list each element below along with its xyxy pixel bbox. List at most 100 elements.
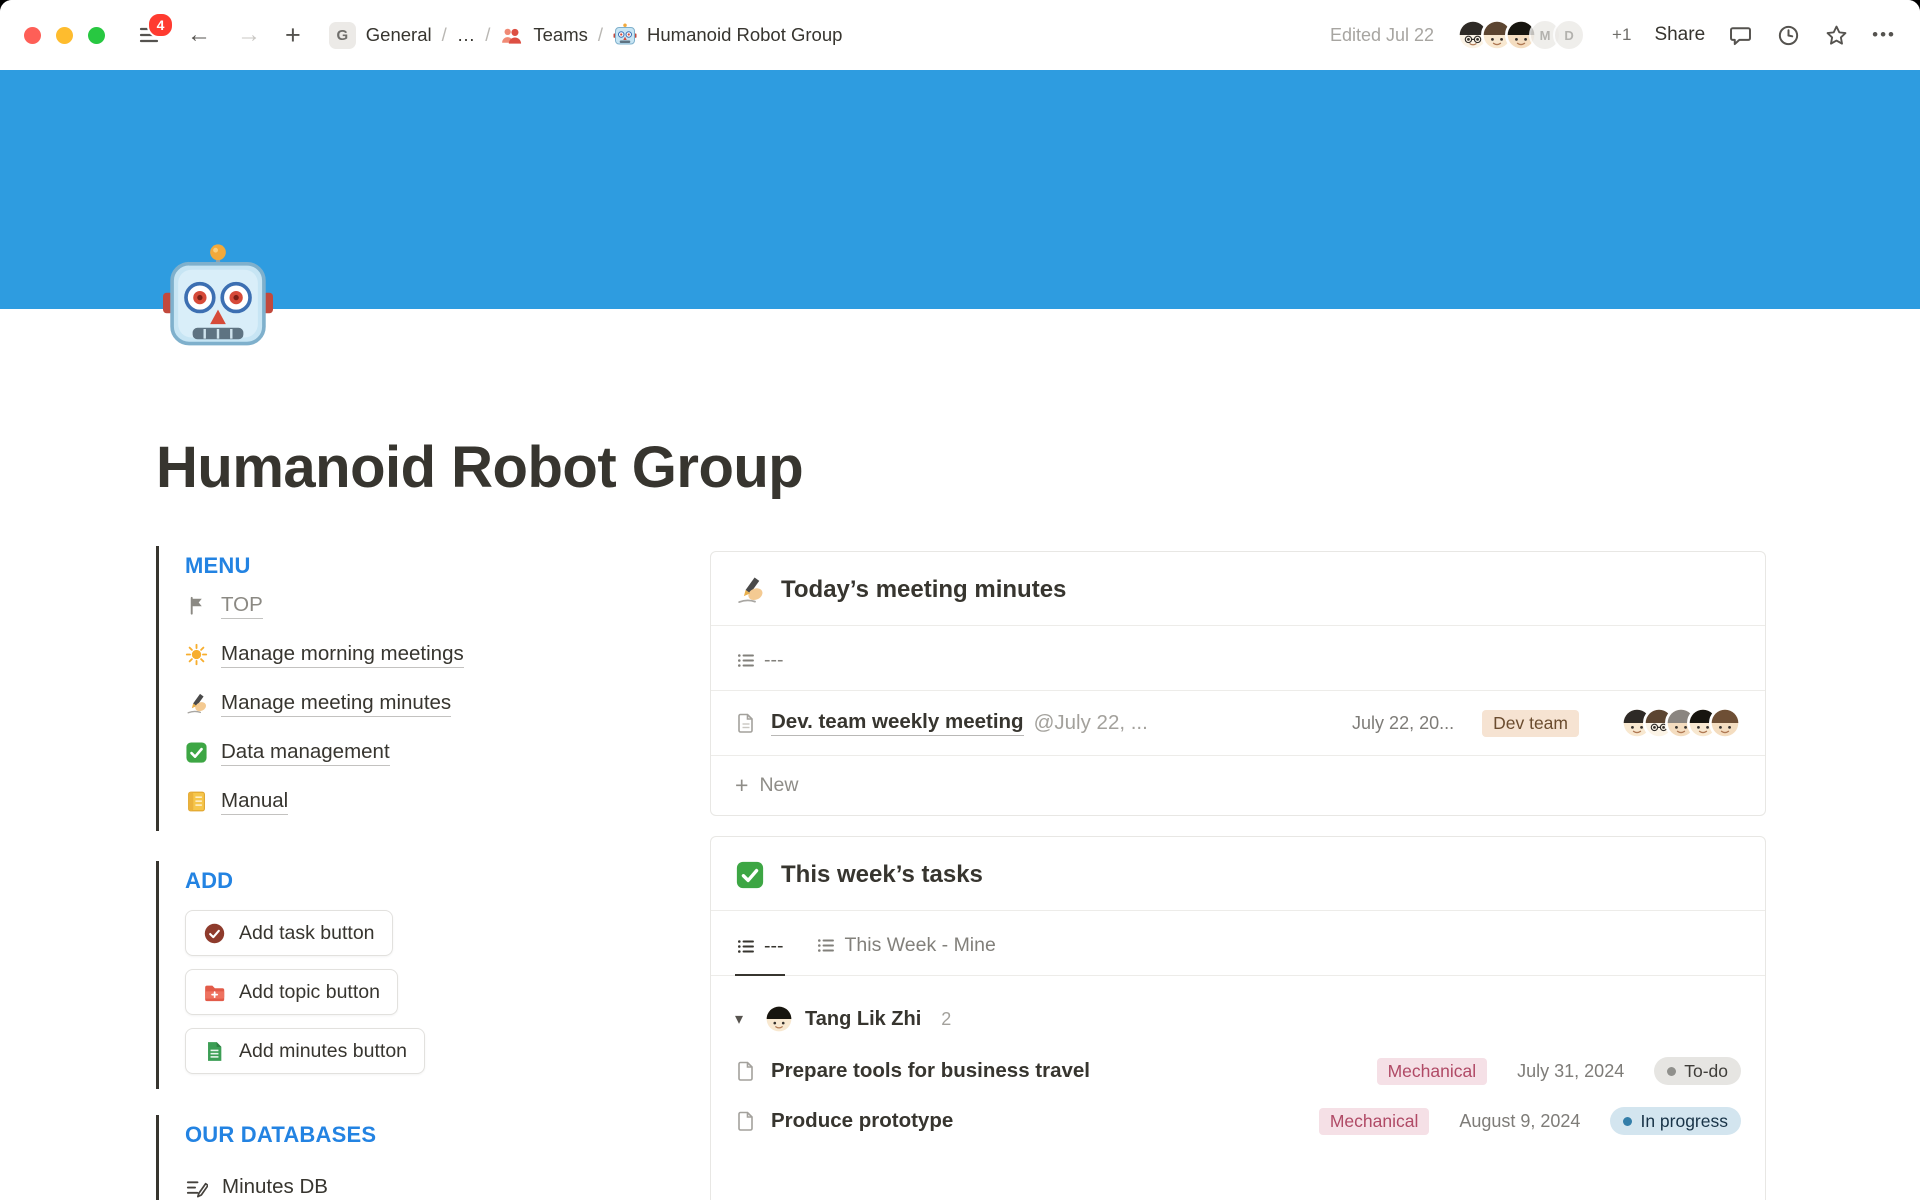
due-date[interactable]: August 9, 2024 [1459, 1111, 1580, 1132]
meeting-date[interactable]: July 22, 20... [1352, 713, 1454, 734]
list-view-icon [737, 938, 755, 955]
page-title[interactable]: Humanoid Robot Group [156, 434, 803, 501]
check-mark-icon [185, 741, 208, 764]
menu-item-label: Manual [221, 789, 288, 815]
databases-heading: OUR DATABASES [185, 1120, 596, 1150]
view-tabs: --- [711, 626, 1765, 691]
button-label: Add minutes button [239, 1040, 407, 1063]
view-tab-label: This Week - Mine [844, 934, 995, 957]
team-tag[interactable]: Dev team [1482, 710, 1579, 737]
avatar-initial: D [1553, 19, 1585, 51]
databases-section: OUR DATABASES Minutes DB [156, 1115, 596, 1200]
status-badge[interactable]: To-do [1654, 1057, 1741, 1085]
zoom-button[interactable] [88, 27, 105, 44]
teams-icon [500, 24, 523, 47]
menu-item-label: Manage meeting minutes [221, 691, 451, 717]
database-link-minutes-db[interactable]: Minutes DB [185, 1162, 596, 1200]
weekly-tasks-card: This week’s tasks --- [710, 836, 1766, 1200]
group-avatar [766, 1006, 792, 1032]
group-count: 2 [941, 1009, 951, 1030]
add-heading: ADD [185, 866, 596, 896]
more-options-icon[interactable]: ••• [1872, 25, 1896, 45]
add-topic-button[interactable]: Add topic button [185, 969, 398, 1015]
breadcrumb-page[interactable]: Humanoid Robot Group [647, 24, 842, 46]
attendee-avatars[interactable] [1621, 707, 1741, 739]
view-tab-active[interactable]: --- [735, 911, 785, 976]
viewer-avatars[interactable]: M D [1457, 19, 1585, 51]
workspace-icon[interactable]: G [329, 22, 356, 49]
avatar [1709, 707, 1741, 739]
add-section: ADD Add task button Add topic button [156, 861, 596, 1089]
breadcrumb-ellipsis[interactable]: … [457, 24, 476, 46]
breadcrumb-workspace[interactable]: General [366, 24, 432, 46]
category-tag[interactable]: Mechanical [1319, 1108, 1430, 1135]
check-mark-icon [735, 860, 765, 890]
menu-item-top[interactable]: TOP [185, 581, 596, 630]
robot-page-icon[interactable] [160, 242, 276, 358]
add-task-button[interactable]: Add task button [185, 910, 393, 956]
minutes-file-icon [203, 1040, 226, 1063]
robot-icon-small [613, 23, 637, 47]
status-label: To-do [1684, 1061, 1728, 1082]
task-title[interactable]: Prepare tools for business travel [771, 1059, 1090, 1083]
menu-item-label: Manage morning meetings [221, 642, 464, 668]
list-view-icon [817, 937, 835, 954]
writing-hand-icon [185, 692, 208, 715]
menu-item-label: Data management [221, 740, 390, 766]
back-button[interactable]: ← [187, 23, 211, 47]
view-tab[interactable]: This Week - Mine [815, 911, 997, 975]
meeting-title[interactable]: Dev. team weekly meeting [771, 710, 1024, 736]
breadcrumb-teams[interactable]: Teams [533, 24, 588, 46]
task-row-meta: Mechanical July 31, 2024 To-do [1377, 1057, 1741, 1085]
history-clock-icon[interactable] [1776, 23, 1801, 48]
task-title[interactable]: Produce prototype [771, 1109, 953, 1133]
avatar-overflow-count[interactable]: +1 [1612, 25, 1631, 45]
view-tab-label: --- [764, 649, 783, 672]
breadcrumb-separator: / [442, 24, 447, 46]
compose-pencil-icon [185, 1177, 208, 1200]
button-label: Add task button [239, 922, 375, 945]
flag-icon [185, 594, 208, 617]
collapse-triangle-icon[interactable]: ▾ [735, 1009, 753, 1029]
topic-folder-icon [203, 981, 226, 1004]
button-label: Add topic button [239, 981, 380, 1004]
breadcrumb-separator: / [598, 24, 603, 46]
notebook-icon [185, 790, 208, 813]
right-column: Today’s meeting minutes --- [710, 551, 1766, 1200]
forward-button[interactable]: → [237, 23, 261, 47]
view-tab[interactable]: --- [735, 626, 785, 690]
due-date[interactable]: July 31, 2024 [1517, 1061, 1624, 1082]
sidebar-toggle-icon[interactable]: 4 [137, 23, 161, 47]
window-controls [24, 27, 105, 44]
menu-item-manual[interactable]: Manual [185, 777, 596, 826]
favorite-star-icon[interactable] [1824, 23, 1849, 48]
meeting-row[interactable]: Dev. team weekly meeting @July 22, ... J… [711, 691, 1765, 756]
add-minutes-button[interactable]: Add minutes button [185, 1028, 425, 1074]
menu-item-manage-meeting-minutes[interactable]: Manage meeting minutes [185, 679, 596, 728]
status-badge[interactable]: In progress [1610, 1107, 1741, 1135]
plus-icon: + [735, 774, 748, 797]
share-button[interactable]: Share [1654, 24, 1705, 46]
menu-item-data-management[interactable]: Data management [185, 728, 596, 777]
minimize-button[interactable] [56, 27, 73, 44]
edited-timestamp: Edited Jul 22 [1330, 25, 1434, 46]
breadcrumb-separator: / [485, 24, 490, 46]
notification-badge: 4 [147, 12, 174, 38]
status-dot [1667, 1067, 1676, 1076]
new-item-button[interactable]: + New [711, 756, 1765, 815]
task-check-icon [203, 922, 226, 945]
menu-item-manage-morning-meetings[interactable]: Manage morning meetings [185, 630, 596, 679]
category-tag[interactable]: Mechanical [1377, 1058, 1488, 1085]
page-cover [0, 70, 1920, 309]
left-column: MENU TOP Manage morning meeti [156, 546, 596, 1200]
card-title: This week’s tasks [781, 861, 983, 889]
new-tab-button[interactable]: + [285, 20, 301, 51]
task-row[interactable]: Prepare tools for business travel Mechan… [711, 1046, 1765, 1096]
view-tab-label: --- [764, 935, 783, 958]
page-file-icon [735, 1110, 757, 1132]
new-item-label: New [759, 774, 798, 797]
task-row[interactable]: Produce prototype Mechanical August 9, 2… [711, 1096, 1765, 1146]
menu-section: MENU TOP Manage morning meeti [156, 546, 596, 831]
comments-icon[interactable] [1728, 23, 1753, 48]
close-button[interactable] [24, 27, 41, 44]
